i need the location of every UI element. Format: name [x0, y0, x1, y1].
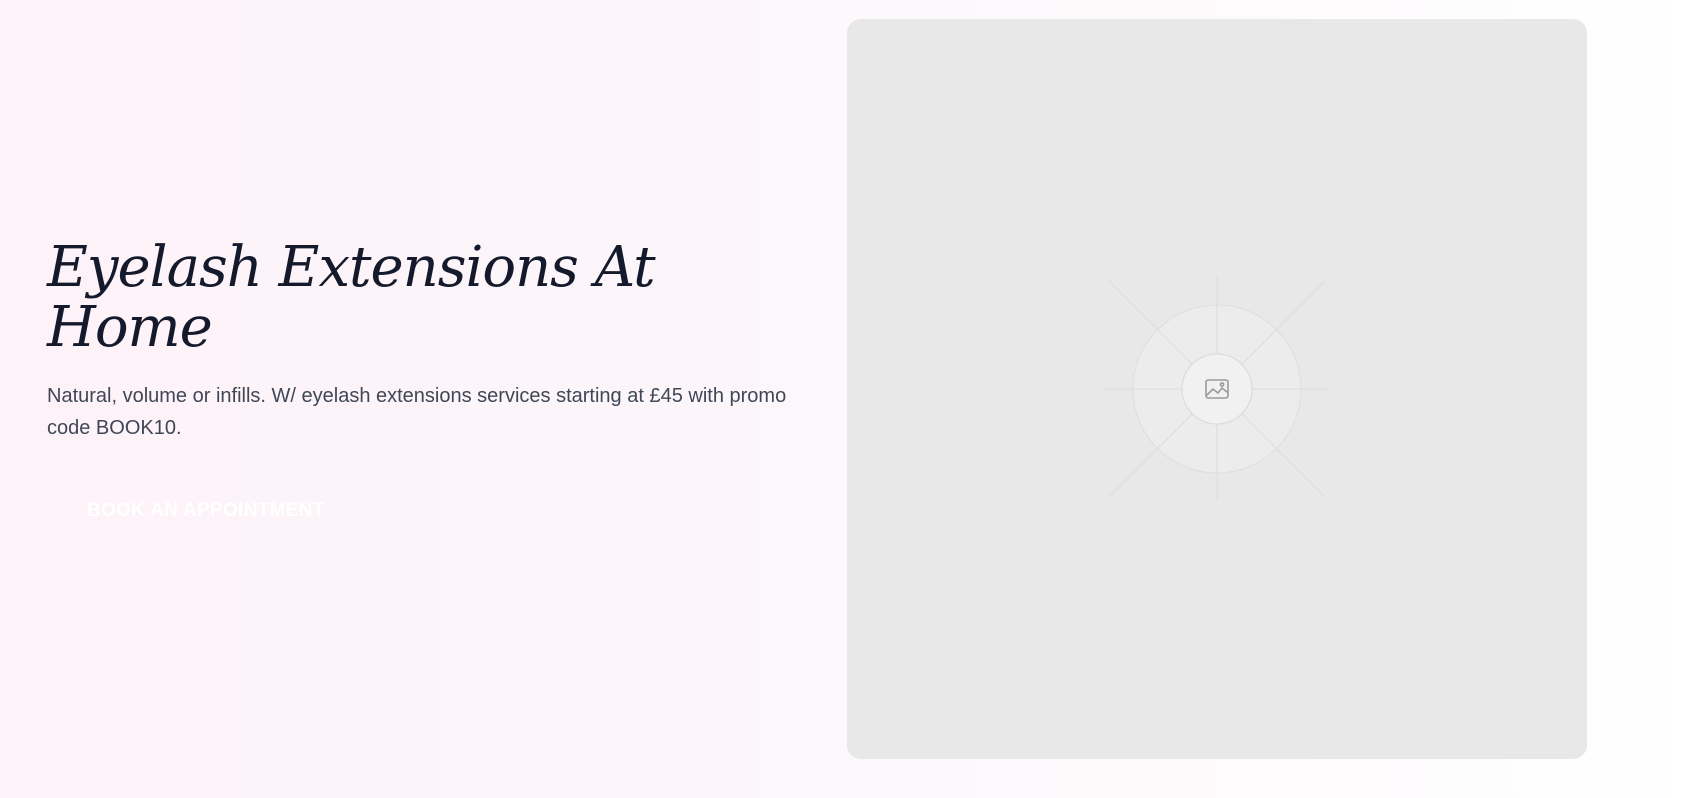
hero-subtitle: Natural, volume or infills. W/ eyelash e… [47, 385, 787, 439]
image-placeholder-graphic [1105, 277, 1329, 501]
book-appointment-button[interactable]: BOOK AN APPOINTMENT [47, 488, 365, 534]
hero-section: Eyelash Extensions At Home Natural, volu… [0, 0, 1705, 798]
hero-text-block: Eyelash Extensions At Home Natural, volu… [47, 238, 787, 534]
hero-image-placeholder [847, 19, 1587, 759]
hero-title: Eyelash Extensions At Home [47, 235, 656, 360]
